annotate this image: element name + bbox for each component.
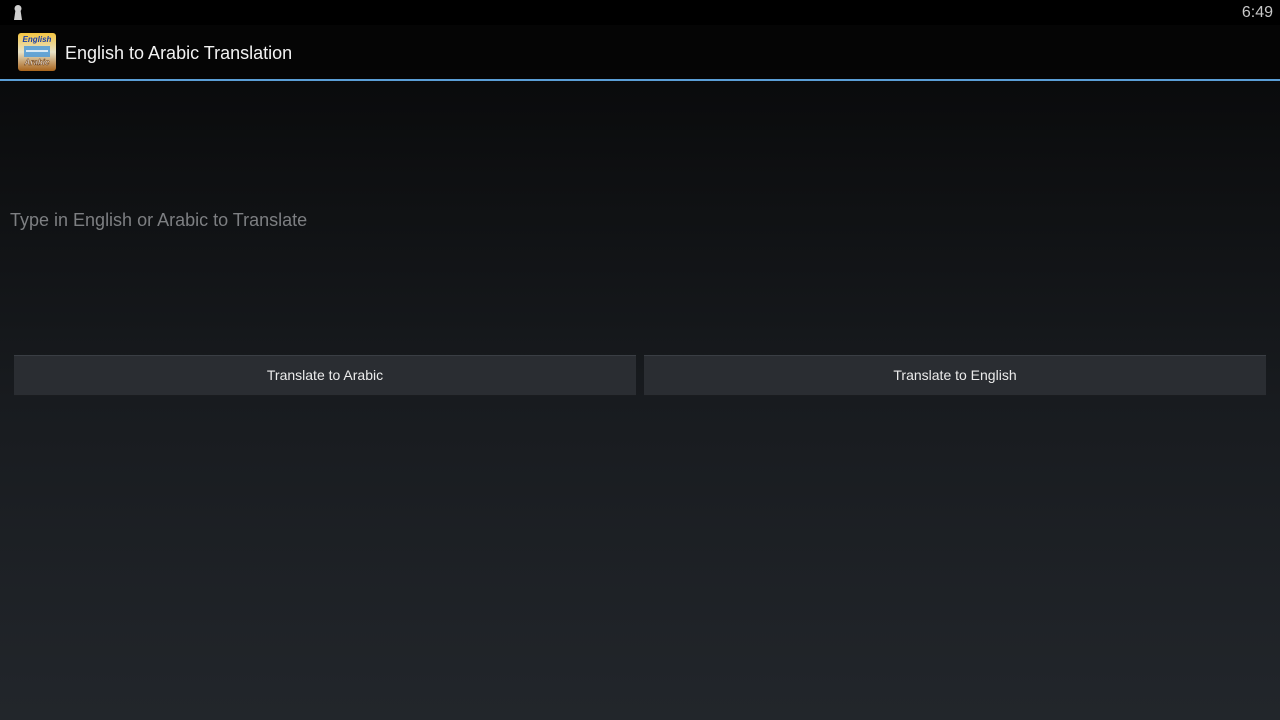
app-logo-icon[interactable]: English Arabic: [18, 33, 56, 71]
translate-to-arabic-button[interactable]: Translate to Arabic: [14, 355, 636, 396]
translate-input[interactable]: [0, 81, 1280, 349]
app-icon-text-bottom: Arabic: [24, 58, 50, 67]
keyhole-icon: [11, 4, 25, 21]
app-screen: 6:49 English Arabic English to Arabic Tr…: [0, 0, 1280, 720]
main-content: Translate to Arabic Translate to English: [0, 81, 1280, 720]
status-time: 6:49: [1241, 4, 1273, 21]
app-icon-text-top: English: [23, 35, 52, 44]
app-title: English to Arabic Translation: [65, 43, 293, 63]
translate-to-english-button[interactable]: Translate to English: [644, 355, 1266, 396]
status-bar: 6:49: [0, 0, 1280, 25]
action-bar: English Arabic English to Arabic Transla…: [0, 25, 1280, 79]
